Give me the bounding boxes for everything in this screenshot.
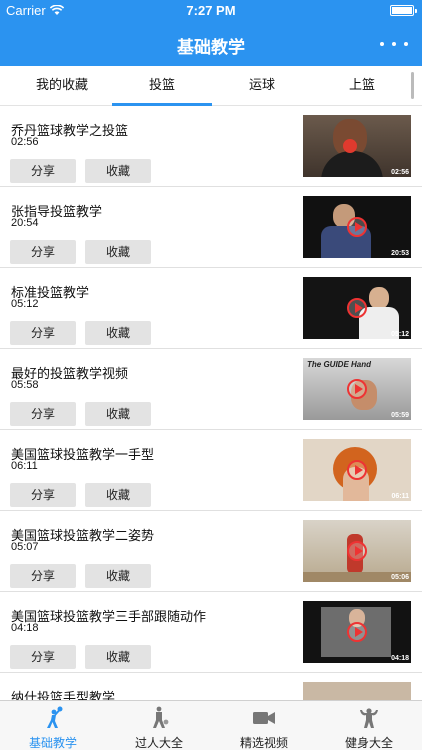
favorite-button[interactable]: 收藏 (85, 645, 151, 669)
favorite-button[interactable]: 收藏 (85, 402, 151, 426)
tab-fitness[interactable]: 健身大全 (316, 701, 422, 750)
play-icon (347, 298, 367, 318)
share-button[interactable]: 分享 (10, 159, 76, 183)
battery-icon (390, 5, 417, 16)
share-button[interactable]: 分享 (10, 402, 76, 426)
thumbnail-duration: 05:06 (391, 574, 409, 581)
thumbnail-duration: 20:53 (391, 250, 409, 257)
video-title: 纳什投篮手型教学 (11, 690, 116, 700)
video-list[interactable]: 乔丹篮球教学之投篮 02:56 分享 收藏 02:56 张指导投篮教学 20:5… (0, 106, 422, 700)
tab-featured-videos[interactable]: 精选视频 (211, 701, 317, 750)
tab-dribbling[interactable]: 运球 (212, 66, 312, 106)
video-title: 美国篮球投篮教学三手部跟随动作 (11, 609, 207, 624)
tab-label: 过人大全 (134, 736, 183, 750)
video-duration: 06:11 (11, 460, 38, 472)
status-time: 7:27 PM (186, 3, 236, 18)
play-icon (347, 541, 367, 561)
list-item[interactable]: 美国篮球投篮教学三手部跟随动作 04:18 分享 收藏 04:18 (0, 592, 422, 673)
play-icon (347, 379, 367, 399)
video-thumbnail[interactable]: 05:06 (303, 520, 411, 582)
status-bar: Carrier 7:27 PM (0, 0, 422, 22)
video-thumbnail[interactable]: 02:56 (303, 115, 411, 177)
tab-crossover[interactable]: 过人大全 (106, 701, 212, 750)
list-item[interactable]: 张指导投篮教学 20:54 分享 收藏 20:53 (0, 187, 422, 268)
video-duration: 05:07 (11, 541, 39, 553)
bodybuilder-icon (360, 708, 378, 728)
video-thumbnail[interactable]: The GUIDE Hand 05:59 (303, 358, 411, 420)
favorite-button[interactable]: 收藏 (85, 159, 151, 183)
player-shooting-icon (47, 706, 63, 728)
share-button[interactable]: 分享 (10, 564, 76, 588)
video-duration: 05:12 (11, 298, 39, 310)
favorite-button[interactable]: 收藏 (85, 240, 151, 264)
tab-label: 基础教学 (28, 736, 77, 750)
thumbnail-duration: 05:59 (391, 412, 409, 419)
more-dots-icon (380, 42, 384, 46)
player-dribbling-icon (153, 706, 169, 728)
list-item[interactable]: 最好的投篮教学视频 05:58 分享 收藏 The GUIDE Hand 05:… (0, 349, 422, 430)
list-item[interactable]: 乔丹篮球教学之投篮 02:56 分享 收藏 02:56 (0, 106, 422, 187)
share-button[interactable]: 分享 (10, 645, 76, 669)
list-item[interactable]: 美国篮球投篮教学二姿势 05:07 分享 收藏 05:06 (0, 511, 422, 592)
list-item[interactable]: 标准投篮教学 05:12 分享 收藏 05:12 (0, 268, 422, 349)
list-item[interactable]: 纳什投篮手型教学 (0, 673, 422, 700)
play-icon (347, 217, 367, 237)
video-duration: 20:54 (11, 217, 39, 229)
video-thumbnail[interactable]: 20:53 (303, 196, 411, 258)
video-thumbnail[interactable]: 05:12 (303, 277, 411, 339)
video-camera-icon (253, 712, 275, 724)
list-item[interactable]: 美国篮球投篮教学一手型 06:11 分享 收藏 06:11 (0, 430, 422, 511)
favorite-button[interactable]: 收藏 (85, 483, 151, 507)
tab-shooting[interactable]: 投篮 (112, 66, 212, 106)
tab-scrollbar[interactable] (411, 72, 414, 99)
share-button[interactable]: 分享 (10, 240, 76, 264)
play-icon (347, 460, 367, 480)
page-title: 基础教学 (177, 38, 245, 57)
share-button[interactable]: 分享 (10, 483, 76, 507)
thumbnail-duration: 02:56 (391, 169, 409, 176)
more-options-button[interactable] (380, 32, 408, 56)
favorite-button[interactable]: 收藏 (85, 321, 151, 345)
video-thumbnail[interactable] (303, 682, 411, 700)
tab-layup[interactable]: 上篮 (312, 66, 412, 106)
navigation-bar: 基础教学 (0, 22, 422, 66)
video-duration: 02:56 (11, 136, 39, 148)
share-button[interactable]: 分享 (10, 321, 76, 345)
category-tab-strip: 我的收藏 投篮 运球 上篮 (0, 66, 422, 106)
video-thumbnail[interactable]: 04:18 (303, 601, 411, 663)
thumbnail-duration: 04:18 (391, 655, 409, 662)
play-icon (347, 622, 367, 642)
tab-basic-teaching[interactable]: 基础教学 (0, 701, 106, 750)
tab-label: 健身大全 (344, 736, 393, 750)
thumbnail-duration: 06:11 (391, 493, 409, 500)
video-duration: 04:18 (11, 622, 39, 634)
video-thumbnail[interactable]: 06:11 (303, 439, 411, 501)
bottom-tab-bar: 基础教学 过人大全 精选视频 健身大全 (0, 700, 422, 750)
tab-label: 精选视频 (239, 736, 288, 750)
favorite-button[interactable]: 收藏 (85, 564, 151, 588)
tab-my-favorites[interactable]: 我的收藏 (12, 66, 112, 106)
video-duration: 05:58 (11, 379, 39, 391)
thumbnail-duration: 05:12 (391, 331, 409, 338)
thumbnail-caption: The GUIDE Hand (307, 360, 372, 369)
